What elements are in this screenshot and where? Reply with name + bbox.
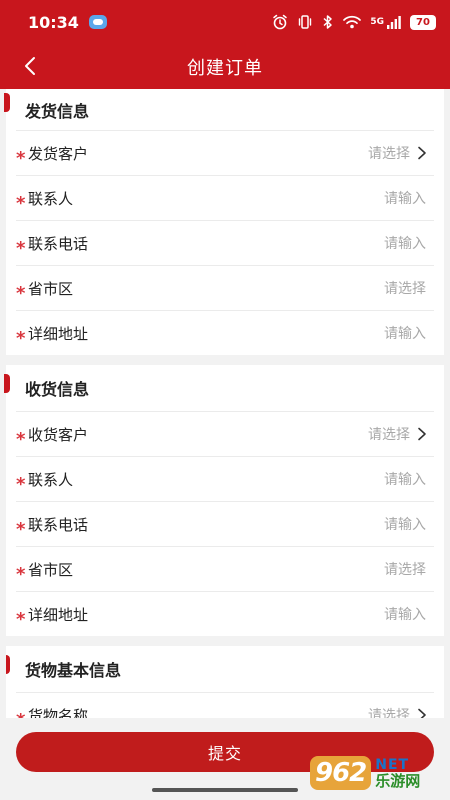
bluetooth-icon bbox=[323, 15, 333, 29]
sender-region-row[interactable]: * 省市区 请选择 bbox=[16, 265, 434, 310]
required-mark: * bbox=[16, 474, 26, 495]
cargo-name-row[interactable]: * 货物名称 请选择 bbox=[16, 692, 434, 718]
back-button[interactable] bbox=[14, 50, 46, 82]
field-placeholder: 请输入 bbox=[384, 517, 426, 533]
required-mark: * bbox=[16, 519, 26, 540]
field-label: 联系人 bbox=[28, 189, 74, 208]
chevron-right-icon bbox=[418, 146, 426, 160]
required-mark: * bbox=[16, 193, 26, 214]
section-header: 发货信息 bbox=[4, 89, 444, 130]
signal-icon bbox=[387, 15, 401, 29]
required-mark: * bbox=[16, 283, 26, 304]
watermark-text: NET 乐游网 bbox=[375, 757, 420, 789]
sender-contact-row[interactable]: * 联系人 请输入 bbox=[16, 175, 434, 220]
field-placeholder: 请选择 bbox=[368, 146, 410, 162]
field-placeholder: 请输入 bbox=[384, 326, 426, 342]
field-label: 货物名称 bbox=[28, 706, 89, 719]
field-placeholder: 请选择 bbox=[368, 427, 410, 443]
field-label: 联系人 bbox=[28, 470, 74, 489]
field-placeholder: 请输入 bbox=[384, 191, 426, 207]
watermark-brand: 962 bbox=[310, 756, 372, 790]
alarm-icon bbox=[273, 14, 288, 30]
receiver-info-section: 收货信息 * 收货客户 请选择 * 联系人 请输入 * 联系电话 请输入 * 省… bbox=[4, 365, 444, 636]
field-label: 联系电话 bbox=[28, 515, 89, 534]
chevron-right-icon bbox=[418, 427, 426, 441]
nav-bar: 创建订单 bbox=[0, 44, 450, 89]
wifi-icon bbox=[343, 15, 362, 29]
receiver-contact-row[interactable]: * 联系人 请输入 bbox=[16, 456, 434, 501]
section-accent-bar bbox=[6, 655, 10, 674]
field-label: 省市区 bbox=[28, 560, 74, 579]
watermark-logo: 962 NET 乐游网 bbox=[310, 748, 446, 798]
section-accent-bar bbox=[4, 93, 10, 112]
field-placeholder: 请选择 bbox=[384, 281, 426, 297]
page-title: 创建订单 bbox=[187, 57, 263, 79]
chevron-left-icon bbox=[25, 57, 35, 75]
section-title: 发货信息 bbox=[25, 101, 90, 121]
required-mark: * bbox=[16, 429, 26, 450]
status-icons: 5G 70 bbox=[272, 14, 436, 30]
home-indicator[interactable] bbox=[152, 788, 298, 792]
sender-phone-row[interactable]: * 联系电话 请输入 bbox=[16, 220, 434, 265]
chevron-right-icon bbox=[418, 708, 426, 718]
section-title: 货物基本信息 bbox=[25, 661, 122, 680]
receiver-customer-row[interactable]: * 收货客户 请选择 bbox=[16, 411, 434, 456]
status-bar: 10:34 5G 70 bbox=[0, 0, 450, 44]
field-label: 收货客户 bbox=[28, 425, 89, 444]
weather-app-icon bbox=[88, 15, 107, 29]
cargo-info-section: 货物基本信息 * 货物名称 请选择 bbox=[6, 646, 444, 718]
required-mark: * bbox=[16, 564, 26, 585]
section-header: 收货信息 bbox=[4, 365, 444, 411]
field-label: 省市区 bbox=[28, 279, 74, 298]
field-placeholder: 请输入 bbox=[384, 472, 426, 488]
section-accent-bar bbox=[4, 374, 10, 393]
receiver-region-row[interactable]: * 省市区 请选择 bbox=[16, 546, 434, 591]
battery-icon: 70 bbox=[410, 14, 436, 30]
field-label: 联系电话 bbox=[28, 234, 89, 253]
field-placeholder: 请选择 bbox=[368, 708, 410, 718]
watermark-line1: NET bbox=[375, 757, 410, 773]
receiver-address-row[interactable]: * 详细地址 请输入 bbox=[16, 591, 434, 636]
app-header: 10:34 5G 70 创建订单 bbox=[0, 0, 450, 89]
sender-info-section: 发货信息 * 发货客户 请选择 * 联系人 请输入 * 联系电话 请输入 * 省… bbox=[4, 89, 444, 355]
sender-address-row[interactable]: * 详细地址 请输入 bbox=[16, 310, 434, 355]
field-placeholder: 请输入 bbox=[384, 236, 426, 252]
network-type-label: 5G bbox=[370, 16, 384, 27]
section-header: 货物基本信息 bbox=[6, 646, 444, 692]
section-title: 收货信息 bbox=[25, 380, 90, 399]
field-label: 发货客户 bbox=[28, 144, 89, 163]
required-mark: * bbox=[16, 238, 26, 259]
field-placeholder: 请输入 bbox=[384, 607, 426, 623]
receiver-phone-row[interactable]: * 联系电话 请输入 bbox=[16, 501, 434, 546]
status-time: 10:34 bbox=[28, 12, 79, 32]
required-mark: * bbox=[16, 328, 26, 349]
watermark-line2: 乐游网 bbox=[375, 772, 421, 790]
sender-customer-row[interactable]: * 发货客户 请选择 bbox=[16, 130, 434, 175]
field-label: 详细地址 bbox=[28, 605, 89, 624]
required-mark: * bbox=[16, 609, 26, 630]
required-mark: * bbox=[16, 148, 26, 169]
field-placeholder: 请选择 bbox=[384, 562, 426, 578]
field-label: 详细地址 bbox=[28, 324, 89, 343]
vibrate-icon bbox=[299, 15, 312, 29]
